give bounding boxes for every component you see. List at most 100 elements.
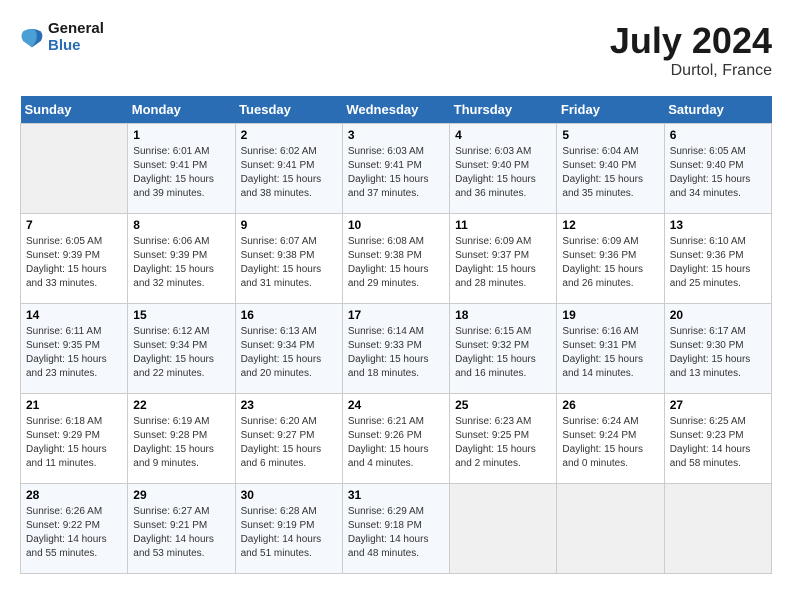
day-of-week-header: Tuesday (235, 96, 342, 124)
day-of-week-header: Friday (557, 96, 664, 124)
day-info: Sunrise: 6:05 AMSunset: 9:39 PMDaylight:… (26, 235, 122, 291)
calendar-cell: 16 Sunrise: 6:13 AMSunset: 9:34 PMDayligh… (235, 304, 342, 394)
day-info: Sunrise: 6:06 AMSunset: 9:39 PMDaylight:… (133, 235, 229, 291)
calendar-cell: 20 Sunrise: 6:17 AMSunset: 9:30 PMDayligh… (664, 304, 771, 394)
day-info: Sunrise: 6:02 AMSunset: 9:41 PMDaylight:… (241, 145, 337, 201)
calendar-cell (557, 484, 664, 574)
calendar-cell: 1Sunrise: 6:01 AMSunset: 9:41 PMDaylight… (128, 124, 235, 214)
logo-icon (20, 25, 44, 49)
day-info: Sunrise: 6:08 AMSunset: 9:38 PMDaylight:… (348, 235, 444, 291)
day-number: 21 (26, 398, 122, 412)
calendar-cell: 19 Sunrise: 6:16 AMSunset: 9:31 PMDayligh… (557, 304, 664, 394)
day-of-week-header: Wednesday (342, 96, 449, 124)
day-number: 12 (562, 218, 658, 232)
calendar-cell: 11 Sunrise: 6:09 AMSunset: 9:37 PMDayligh… (450, 214, 557, 304)
calendar-cell: 4 Sunrise: 6:03 AMSunset: 9:40 PMDaylight… (450, 124, 557, 214)
logo-text: General Blue (48, 20, 104, 54)
page-header: General Blue July 2024 Durtol, France (20, 20, 772, 80)
calendar-cell: 23Sunrise: 6:20 AMSunset: 9:27 PMDayligh… (235, 394, 342, 484)
calendar-week-row: 28Sunrise: 6:26 AMSunset: 9:22 PMDayligh… (21, 484, 772, 574)
day-number: 18 (455, 308, 551, 322)
day-info: Sunrise: 6:19 AMSunset: 9:28 PMDaylight:… (133, 415, 229, 471)
day-info: Sunrise: 6:25 AMSunset: 9:23 PMDaylight:… (670, 415, 766, 471)
calendar-cell: 14 Sunrise: 6:11 AMSunset: 9:35 PMDayligh… (21, 304, 128, 394)
calendar-cell: 5Sunrise: 6:04 AMSunset: 9:40 PMDaylight… (557, 124, 664, 214)
calendar-cell: 15 Sunrise: 6:12 AMSunset: 9:34 PMDayligh… (128, 304, 235, 394)
day-number: 1 (133, 128, 229, 142)
calendar-week-row: 14 Sunrise: 6:11 AMSunset: 9:35 PMDayligh… (21, 304, 772, 394)
day-info: Sunrise: 6:15 AMSunset: 9:32 PMDaylight:… (455, 325, 551, 381)
day-of-week-header: Monday (128, 96, 235, 124)
day-number: 15 (133, 308, 229, 322)
day-info: Sunrise: 6:05 AMSunset: 9:40 PMDaylight:… (670, 145, 766, 201)
day-info: Sunrise: 6:17 AMSunset: 9:30 PMDaylight:… (670, 325, 766, 381)
day-number: 16 (241, 308, 337, 322)
day-info: Sunrise: 6:03 AMSunset: 9:41 PMDaylight:… (348, 145, 444, 201)
day-info: Sunrise: 6:16 AMSunset: 9:31 PMDaylight:… (562, 325, 658, 381)
calendar-week-row: 7Sunrise: 6:05 AMSunset: 9:39 PMDaylight… (21, 214, 772, 304)
day-number: 9 (241, 218, 337, 232)
calendar-header-row: SundayMondayTuesdayWednesdayThursdayFrid… (21, 96, 772, 124)
day-number: 30 (241, 488, 337, 502)
calendar-cell: 12 Sunrise: 6:09 AMSunset: 9:36 PMDayligh… (557, 214, 664, 304)
day-number: 3 (348, 128, 444, 142)
calendar-cell: 29 Sunrise: 6:27 AMSunset: 9:21 PMDayligh… (128, 484, 235, 574)
day-info: Sunrise: 6:09 AMSunset: 9:37 PMDaylight:… (455, 235, 551, 291)
day-number: 17 (348, 308, 444, 322)
day-number: 28 (26, 488, 122, 502)
calendar-cell: 8 Sunrise: 6:06 AMSunset: 9:39 PMDaylight… (128, 214, 235, 304)
calendar-cell (664, 484, 771, 574)
calendar-week-row: 1Sunrise: 6:01 AMSunset: 9:41 PMDaylight… (21, 124, 772, 214)
day-info: Sunrise: 6:09 AMSunset: 9:36 PMDaylight:… (562, 235, 658, 291)
day-of-week-header: Thursday (450, 96, 557, 124)
day-info: Sunrise: 6:20 AMSunset: 9:27 PMDaylight:… (241, 415, 337, 471)
day-of-week-header: Sunday (21, 96, 128, 124)
day-info: Sunrise: 6:24 AMSunset: 9:24 PMDaylight:… (562, 415, 658, 471)
day-number: 20 (670, 308, 766, 322)
calendar-cell: 17 Sunrise: 6:14 AMSunset: 9:33 PMDayligh… (342, 304, 449, 394)
title-area: July 2024 Durtol, France (610, 20, 772, 80)
logo: General Blue (20, 20, 104, 54)
calendar-cell: 22Sunrise: 6:19 AMSunset: 9:28 PMDayligh… (128, 394, 235, 484)
location: Durtol, France (610, 62, 772, 80)
day-info: Sunrise: 6:23 AMSunset: 9:25 PMDaylight:… (455, 415, 551, 471)
calendar-cell (450, 484, 557, 574)
day-number: 14 (26, 308, 122, 322)
calendar-cell: 13 Sunrise: 6:10 AMSunset: 9:36 PMDayligh… (664, 214, 771, 304)
calendar-week-row: 21Sunrise: 6:18 AMSunset: 9:29 PMDayligh… (21, 394, 772, 484)
calendar-cell: 31Sunrise: 6:29 AMSunset: 9:18 PMDayligh… (342, 484, 449, 574)
day-info: Sunrise: 6:28 AMSunset: 9:19 PMDaylight:… (241, 505, 337, 561)
day-info: Sunrise: 6:21 AMSunset: 9:26 PMDaylight:… (348, 415, 444, 471)
calendar-cell: 27 Sunrise: 6:25 AMSunset: 9:23 PMDayligh… (664, 394, 771, 484)
month-title: July 2024 (610, 20, 772, 62)
day-info: Sunrise: 6:27 AMSunset: 9:21 PMDaylight:… (133, 505, 229, 561)
calendar-cell: 3 Sunrise: 6:03 AMSunset: 9:41 PMDaylight… (342, 124, 449, 214)
calendar-cell: 25 Sunrise: 6:23 AMSunset: 9:25 PMDayligh… (450, 394, 557, 484)
day-info: Sunrise: 6:11 AMSunset: 9:35 PMDaylight:… (26, 325, 122, 381)
calendar-table: SundayMondayTuesdayWednesdayThursdayFrid… (20, 96, 772, 574)
day-info: Sunrise: 6:10 AMSunset: 9:36 PMDaylight:… (670, 235, 766, 291)
day-number: 4 (455, 128, 551, 142)
day-info: Sunrise: 6:04 AMSunset: 9:40 PMDaylight:… (562, 145, 658, 201)
day-info: Sunrise: 6:14 AMSunset: 9:33 PMDaylight:… (348, 325, 444, 381)
day-info: Sunrise: 6:03 AMSunset: 9:40 PMDaylight:… (455, 145, 551, 201)
calendar-cell: 7Sunrise: 6:05 AMSunset: 9:39 PMDaylight… (21, 214, 128, 304)
calendar-cell: 6Sunrise: 6:05 AMSunset: 9:40 PMDaylight… (664, 124, 771, 214)
calendar-cell: 10 Sunrise: 6:08 AMSunset: 9:38 PMDayligh… (342, 214, 449, 304)
calendar-cell: 9Sunrise: 6:07 AMSunset: 9:38 PMDaylight… (235, 214, 342, 304)
day-number: 2 (241, 128, 337, 142)
day-info: Sunrise: 6:29 AMSunset: 9:18 PMDaylight:… (348, 505, 444, 561)
day-info: Sunrise: 6:12 AMSunset: 9:34 PMDaylight:… (133, 325, 229, 381)
day-number: 27 (670, 398, 766, 412)
day-number: 8 (133, 218, 229, 232)
day-number: 29 (133, 488, 229, 502)
calendar-cell: 24Sunrise: 6:21 AMSunset: 9:26 PMDayligh… (342, 394, 449, 484)
day-number: 25 (455, 398, 551, 412)
day-of-week-header: Saturday (664, 96, 771, 124)
day-info: Sunrise: 6:13 AMSunset: 9:34 PMDaylight:… (241, 325, 337, 381)
day-number: 26 (562, 398, 658, 412)
day-number: 19 (562, 308, 658, 322)
day-number: 10 (348, 218, 444, 232)
day-number: 13 (670, 218, 766, 232)
day-number: 11 (455, 218, 551, 232)
